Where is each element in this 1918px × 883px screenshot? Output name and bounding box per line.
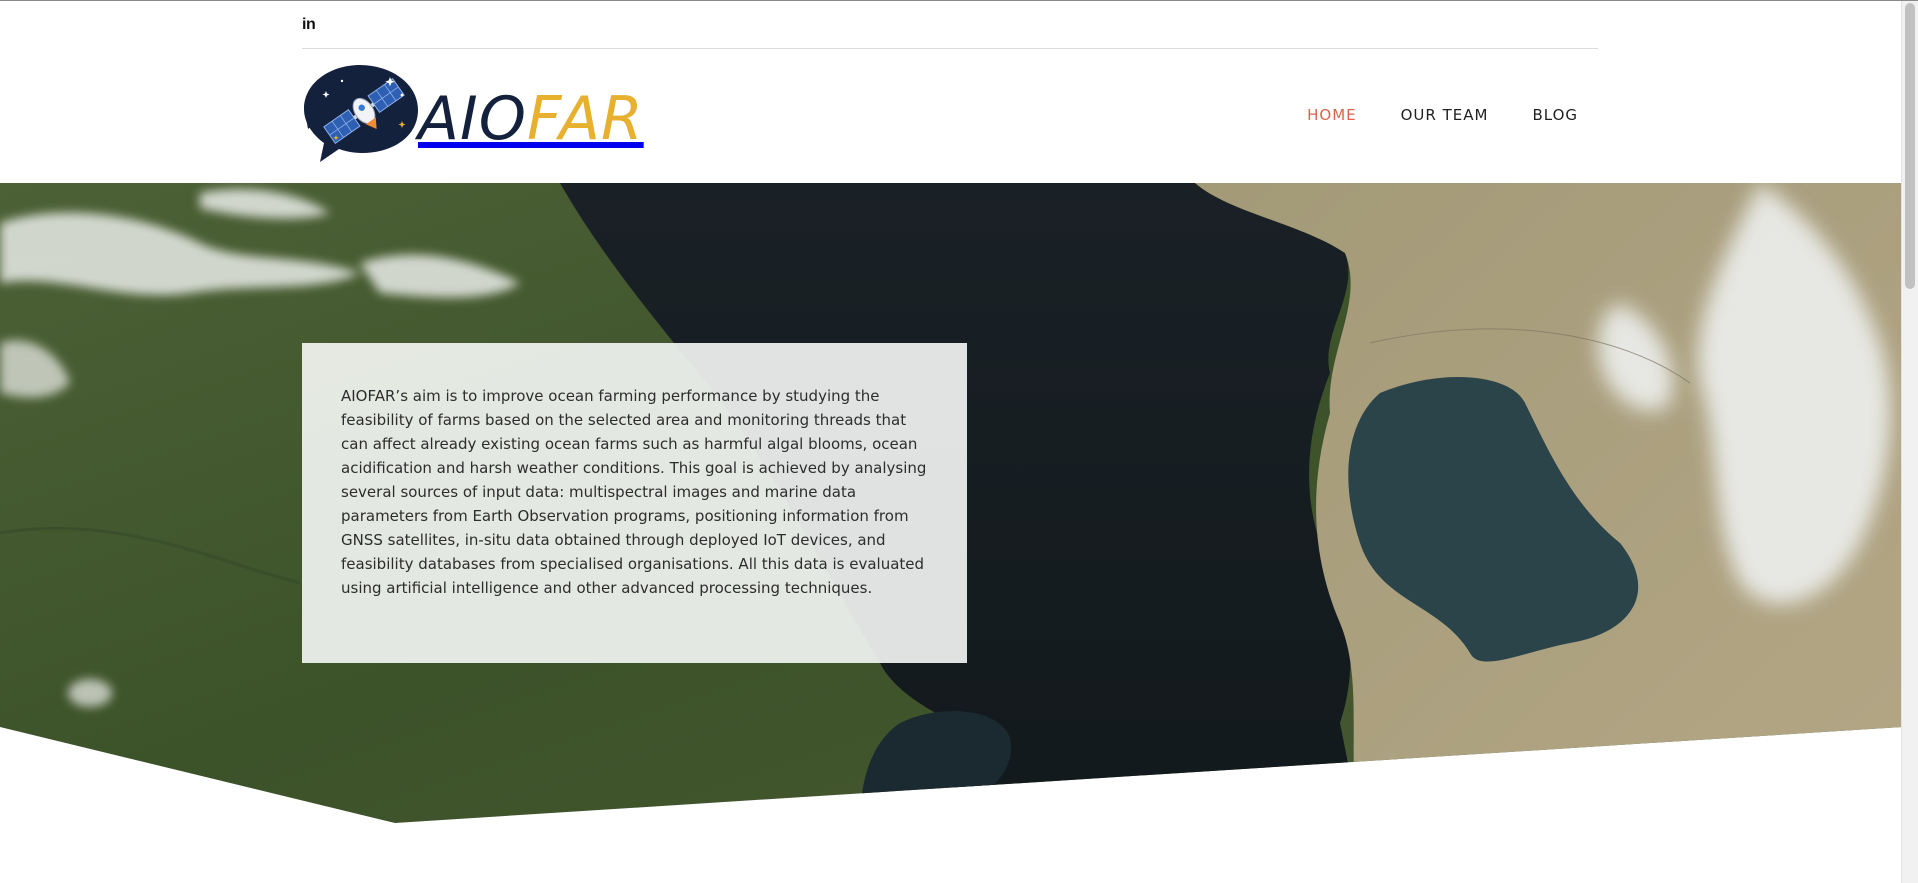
satellite-logo-icon: [304, 65, 418, 162]
logo-wordmark: AIOFAR: [418, 89, 644, 149]
social-bar: in: [302, 15, 316, 35]
scrollbar-thumb[interactable]: [1905, 3, 1915, 289]
header-divider: [302, 48, 1598, 49]
main-nav: HOME OUR TEAM BLOG: [1285, 102, 1578, 128]
nav-home[interactable]: HOME: [1285, 102, 1379, 128]
page: in AIOFAR HOME OUR TEAM BLOG AIOFAR’s ai…: [0, 0, 1918, 883]
logo-text-aio: AIO: [418, 84, 527, 154]
linkedin-icon[interactable]: in: [302, 16, 316, 34]
aim-text-card: AIOFAR’s aim is to improve ocean farming…: [302, 343, 967, 663]
vertical-scrollbar[interactable]: [1901, 1, 1918, 883]
nav-our-team[interactable]: OUR TEAM: [1379, 102, 1511, 128]
site-logo[interactable]: AIOFAR: [302, 61, 672, 163]
nav-blog[interactable]: BLOG: [1510, 102, 1578, 128]
logo-text-far: FAR: [526, 84, 644, 154]
aim-description: AIOFAR’s aim is to improve ocean farming…: [341, 387, 927, 597]
